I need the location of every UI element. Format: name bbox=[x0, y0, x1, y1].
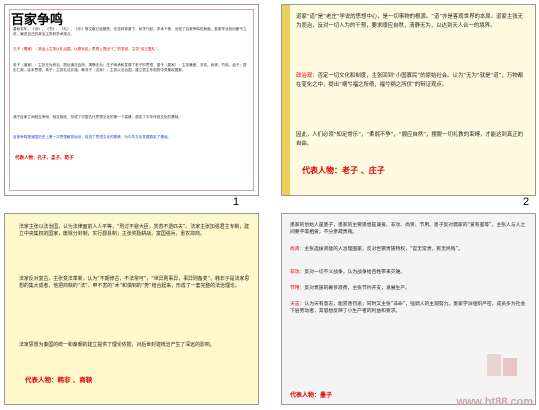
slide-paragraph: 春秋末年，《诗》、《书》、《礼》、《乐》等文献已经散佚，在这种背景下，私学兴起，… bbox=[13, 27, 247, 36]
slide-thumbnail-3[interactable]: 法家主张以法治国，认为法律面前人人平等，“刑过不避大臣，赏善不遗匹夫”。法家主张… bbox=[4, 213, 259, 405]
slide-text: 否定一切文化和制度，主张回到“小国寡民”的原始社会。认为“无为”就是“道”，万物… bbox=[296, 73, 524, 88]
watermark-logo-icon bbox=[487, 354, 517, 376]
slide-paragraph: 天志：认为天有意志，能赏善罚恶；同时又主张“非命”，强调人的主观努力。墨家学派组… bbox=[290, 301, 527, 316]
slide-text: 认为天有意志，能赏善罚恶；同时又主张“非命”，强调人的主观努力。墨家学派组织严密… bbox=[290, 302, 526, 315]
slide-text: 主张选拔贤能的人治理国家，反对世袭贵族特权，“官无常贵，民无终贱”。 bbox=[304, 247, 463, 252]
slide-paragraph-highlight: 孔子（儒家）：政治上主张以礼治国、以德化民；思想上提出“仁”的学说，主张“克己复… bbox=[13, 47, 161, 51]
watermark-text: www.ht88.com bbox=[456, 396, 533, 408]
slide-label: 政治观： bbox=[296, 73, 318, 79]
slide-paragraph: 节用：反对贵族的奢侈浪费，主张节约开支，发展生产。 bbox=[290, 285, 527, 292]
slide-label: 节用： bbox=[290, 286, 305, 291]
slide-text: 反对一切不义战争，认为战争给百姓带来灾难。 bbox=[304, 270, 406, 275]
slide-number: 1 bbox=[233, 196, 240, 208]
slide-footer: 代表人物：墨子 bbox=[290, 392, 333, 399]
slide-paragraph: 因此，人们必须“知足常乐”，“柔弱不争”，“顺应自然”，摆脱一切礼教的束缚，才能… bbox=[296, 132, 523, 147]
slide-text: 反对贵族的奢侈浪费，主张节约开支，发展生产。 bbox=[304, 286, 410, 291]
slide-paragraph: 诸子百家之间相互争辩、相互吸收，形成了中国古代思想文化的第一个高峰，奠定了中华传… bbox=[13, 115, 182, 119]
slide-footer: 代表人物：老子 、庄子 bbox=[302, 166, 385, 175]
slide-paragraph: 法家反对复古，主张变法革新，认为“不期修古，不法常可”，“世异则事异，事异则备变… bbox=[19, 276, 250, 290]
slide-paragraph: 尚贤：主张选拔贤能的人治理国家，反对世袭贵族特权，“官无常贵，民无终贱”。 bbox=[290, 246, 527, 253]
slide-paragraph: 道家“道”是“老庄”学说的思想中心，是一切事物的根源。“道”亦是客观世界的本原。… bbox=[296, 14, 523, 29]
slide-paragraph: 墨家的创始人是墨子，墨家的主要思想是兼爱、非攻、尚贤、节用。墨子反对儒家的“爱有… bbox=[290, 223, 526, 236]
slide-paragraph: 法家主张以法治国，认为法律面前人人平等，“刑过不避大臣，赏善不遗匹夫”。法家主张… bbox=[19, 224, 250, 238]
slide-paragraph: 政治观：否定一切文化和制度，主张回到“小国寡民”的原始社会。认为“无为”就是“道… bbox=[296, 72, 527, 89]
slide-thumbnail-4[interactable]: 墨家的创始人是墨子，墨家的主要思想是兼爱、非攻、尚贤、节用。墨子反对儒家的“爱有… bbox=[281, 213, 536, 405]
slide-number: 2 bbox=[523, 196, 530, 208]
slide-paragraph: 老子（道家）：主张无为而治，提出道法自然、清静无为；庄子继承和发展了老子的思想。… bbox=[13, 63, 247, 72]
slide-footer: 代表人物：韩非 、商鞅 bbox=[25, 376, 93, 384]
slide-decor-strip bbox=[282, 5, 290, 195]
slide-thumbnail-2[interactable]: 道家“道”是“老庄”学说的思想中心，是一切事物的根源。“道”亦是客观世界的本原。… bbox=[281, 4, 536, 196]
slide-footer: 代表人物：孔子、孟子、荀子 bbox=[15, 156, 74, 161]
slide-paragraph-note: 百家争鸣是我国历史上第一次思想解放运动，促进了思想文化的繁荣，为中华文化发展奠定… bbox=[13, 135, 172, 139]
slide-paragraph: 非攻：反对一切不义战争，认为战争给百姓带来灾难。 bbox=[290, 269, 527, 276]
slide-thumbnail-1[interactable]: 百家争鸣 春秋末年，《诗》、《书》、《礼》、《乐》等文献已经散佚，在这种背景下，… bbox=[4, 4, 259, 196]
slide-label: 尚贤： bbox=[290, 247, 305, 252]
slide-label: 非攻： bbox=[290, 270, 305, 275]
slide-title: 百家争鸣 bbox=[11, 13, 64, 28]
slide-paragraph: 法家思想为秦国的统一和秦朝的建立提供了理论依据，对后世封建统治产生了深远的影响。 bbox=[19, 342, 215, 348]
slide-label: 天志： bbox=[290, 302, 305, 307]
